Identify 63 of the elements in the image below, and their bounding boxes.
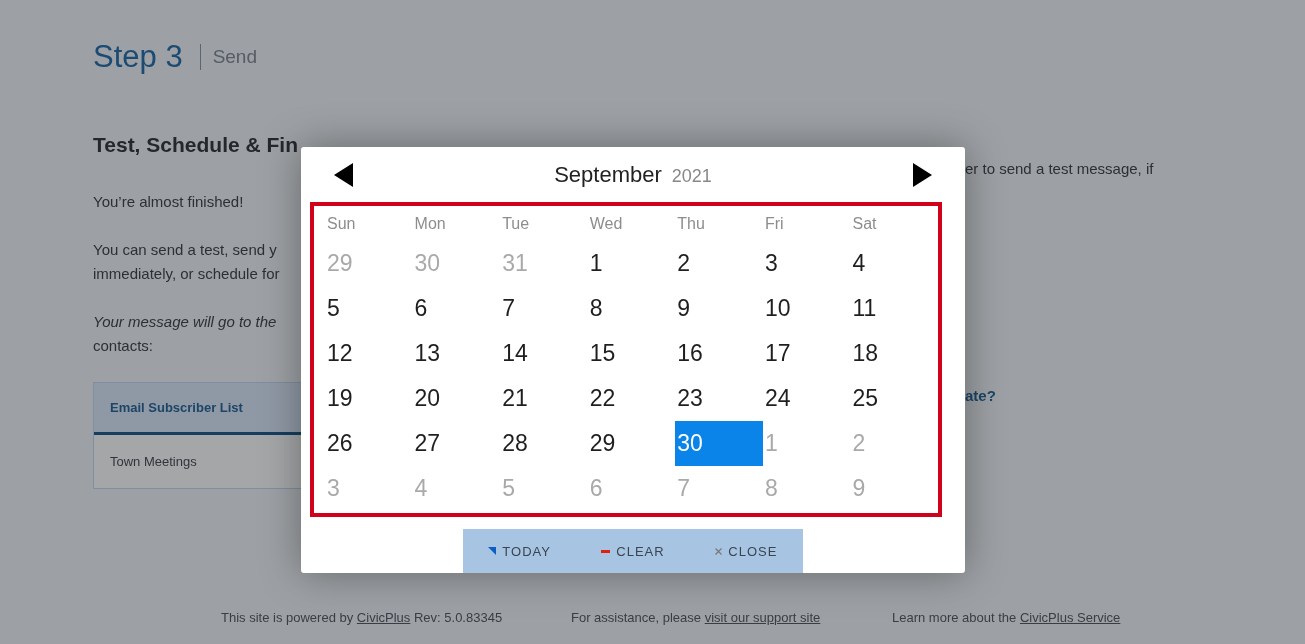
day-cell[interactable]: 9 <box>675 286 763 331</box>
question-label: ate? <box>965 386 997 406</box>
next-icon[interactable] <box>913 162 932 187</box>
weekday-label: Mon <box>413 213 447 234</box>
close-button[interactable]: CLOSE <box>689 529 803 573</box>
minus-icon <box>601 549 611 553</box>
day-cell[interactable]: 16 <box>675 331 763 376</box>
day-cell[interactable]: 10 <box>762 286 851 331</box>
day-cell[interactable]: 17 <box>762 331 851 376</box>
day-cell[interactable]: 3 <box>762 241 851 286</box>
paragraph: You can send a test, send y immediately, or schedule for <box>93 240 280 284</box>
day-cell[interactable]: 28 <box>500 421 588 466</box>
day-cell[interactable]: 26 <box>325 421 413 466</box>
day-cell[interactable]: 30 <box>675 421 763 466</box>
day-cell[interactable]: 2 <box>675 241 763 286</box>
weekday-label: Sun <box>326 213 357 234</box>
footer-link[interactable]: CivicPlus Service <box>1019 610 1121 625</box>
footer-text: For assistance, please <box>571 610 702 625</box>
weekday-label: Fri <box>763 213 785 234</box>
today-button[interactable]: TODAY <box>463 529 577 573</box>
footer-text: Rev: 5.0.83345 <box>413 610 503 625</box>
section-heading: Test, Schedule & Fin <box>93 132 299 158</box>
day-cell[interactable]: 19 <box>325 376 413 421</box>
day-cell[interactable]: 21 <box>500 376 588 421</box>
clear-button[interactable]: CLEAR <box>576 529 690 573</box>
day-cell[interactable]: 11 <box>850 286 939 331</box>
month-label: September <box>554 161 662 188</box>
weekday-label: Tue <box>501 213 531 234</box>
day-cell[interactable]: 1 <box>587 241 676 286</box>
day-cell[interactable]: 18 <box>850 331 939 376</box>
day-cell[interactable]: 15 <box>587 331 676 376</box>
day-cell[interactable]: 29 <box>587 421 676 466</box>
day-cell[interactable]: 6 <box>412 286 501 331</box>
day-cell[interactable]: 4 <box>850 241 939 286</box>
close-icon <box>715 547 723 555</box>
day-cell[interactable]: 13 <box>412 331 501 376</box>
day-cell[interactable]: 14 <box>500 331 588 376</box>
day-cell[interactable]: 20 <box>412 376 501 421</box>
paragraph: You’re almost finished! <box>93 192 244 212</box>
weekday-label: Thu <box>676 213 706 234</box>
footer-link[interactable]: CivicPlus <box>356 610 411 625</box>
day-cell[interactable]: 23 <box>675 376 763 421</box>
day-cell[interactable]: 22 <box>587 376 676 421</box>
footer-link[interactable]: visit our support site <box>704 610 821 625</box>
day-cell[interactable]: 25 <box>850 376 939 421</box>
paragraph: er to send a test message, if <box>965 159 1154 179</box>
day-cell[interactable]: 5 <box>325 286 413 331</box>
day-cell[interactable]: 7 <box>500 286 588 331</box>
step-subtitle: Send <box>212 46 257 68</box>
day-cell[interactable]: 8 <box>587 286 676 331</box>
year-label: 2021 <box>671 165 712 187</box>
list-item: Town Meetings <box>94 435 301 488</box>
footer-text: Learn more about the <box>892 610 1017 625</box>
day-cell[interactable]: 27 <box>412 421 501 466</box>
footer-text: This site is powered by <box>221 610 354 625</box>
day-cell[interactable]: 12 <box>325 331 413 376</box>
triangle-icon <box>488 547 497 555</box>
paragraph: Your message will go to the contacts: <box>93 312 277 356</box>
step-title: Step 3 <box>93 39 183 75</box>
weekday-label: Wed <box>588 213 624 234</box>
weekday-label: Sat <box>851 213 878 234</box>
previous-icon[interactable] <box>334 162 353 187</box>
day-cell[interactable]: 24 <box>762 376 851 421</box>
